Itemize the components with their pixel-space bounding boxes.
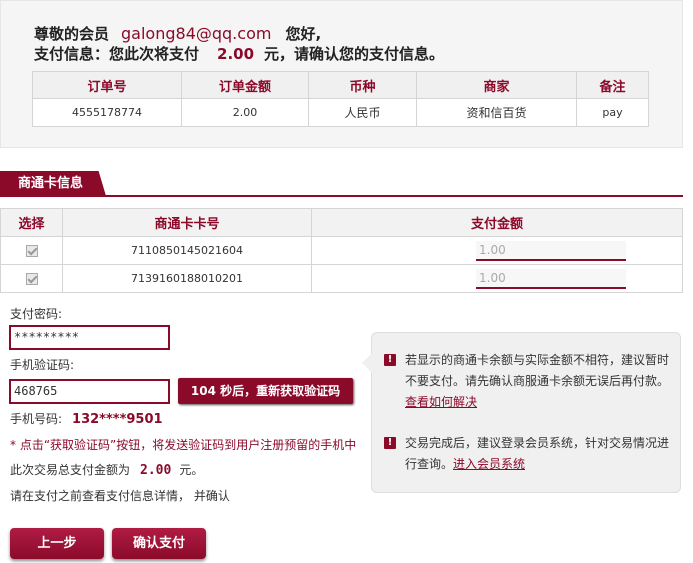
order-col-header: 备注 <box>576 71 649 99</box>
card-select-checkbox[interactable] <box>25 273 38 285</box>
member-email: galong84@qq.com <box>121 24 272 43</box>
card-col-header: 商通卡卡号 <box>62 208 312 237</box>
order-col-header: 订单号 <box>32 71 182 99</box>
order-col-header: 币种 <box>308 71 417 99</box>
card-amount-input[interactable]: 1.00 <box>476 268 626 289</box>
tip-balance: ! 若显示的商通卡余额与实际金额不相符，建议暂时不要支付。请先确认商服通卡余额无… <box>384 350 674 413</box>
order-merchant: 资和信百货 <box>416 98 577 127</box>
how-to-resolve-link[interactable]: 查看如何解决 <box>405 395 477 409</box>
total-amount: 2.00 <box>140 463 172 478</box>
order-number: 4555178774 <box>32 98 182 127</box>
card-number: 7139160188010201 <box>62 264 312 293</box>
order-note: pay <box>576 98 649 127</box>
previous-step-button[interactable]: 上一步 <box>10 528 104 559</box>
card-col-header: 支付金额 <box>311 208 683 237</box>
order-table: 订单号 订单金额 币种 商家 备注 4555178774 2.00 人民币 资和… <box>32 71 649 127</box>
resend-code-button[interactable]: 104 秒后，重新获取验证码 <box>178 378 353 404</box>
tips-panel: ! 若显示的商通卡余额与实际金额不相符，建议暂时不要支付。请先确认商服通卡余额无… <box>362 332 681 493</box>
phone-number: 132****9501 <box>72 412 163 427</box>
payment-amount: 2.00 <box>217 45 255 63</box>
member-system-link[interactable]: 进入会员系统 <box>453 457 525 471</box>
sms-code-input[interactable]: 468765 <box>9 379 170 404</box>
card-amount-input[interactable]: 1.00 <box>476 240 626 261</box>
greeting: 尊敬的会员 galong84@qq.com 您好, <box>34 24 322 43</box>
payment-info-line: 支付信息：您此次将支付 2.00 元，请确认您的支付信息。 <box>34 45 445 63</box>
confirm-note: 请在支付之前查看支付信息详情， 并确认 <box>10 489 230 503</box>
order-col-header: 商家 <box>416 71 577 99</box>
sms-code-label: 手机验证码: <box>10 358 75 372</box>
card-number: 7110850145021604 <box>62 236 312 265</box>
warning-icon: ! <box>384 354 396 366</box>
sms-notice: * 点击“获取验证码”按钮，将发送验证码到用户注册预留的手机中 <box>10 438 357 452</box>
order-col-header: 订单金额 <box>181 71 309 99</box>
card-col-header: 选择 <box>0 208 63 237</box>
table-row: 7139160188010201 1.00 <box>0 264 683 293</box>
section-divider <box>0 195 683 197</box>
total-row: 此次交易总支付金额为 2.00 元。 <box>10 463 204 478</box>
table-row: 7110850145021604 1.00 <box>0 236 683 265</box>
tip-member-system: ! 交易完成后，建议登录会员系统，针对交易情况进行查询。进入会员系统 <box>384 433 674 475</box>
card-section-tab: 商通卡信息 <box>0 171 106 196</box>
tip-pointer <box>362 353 372 373</box>
warning-icon: ! <box>384 437 396 449</box>
password-label: 支付密码: <box>10 307 63 321</box>
phone-label: 手机号码: <box>10 412 63 426</box>
phone-row: 手机号码: 132****9501 <box>10 410 163 427</box>
confirm-payment-button[interactable]: 确认支付 <box>112 528 206 559</box>
card-select-checkbox[interactable] <box>25 245 38 257</box>
order-amount: 2.00 <box>181 98 309 127</box>
card-table: 选择 商通卡卡号 支付金额 7110850145021604 1.00 7139… <box>0 208 683 293</box>
order-currency: 人民币 <box>308 98 417 127</box>
password-input[interactable]: ********* <box>9 325 170 350</box>
